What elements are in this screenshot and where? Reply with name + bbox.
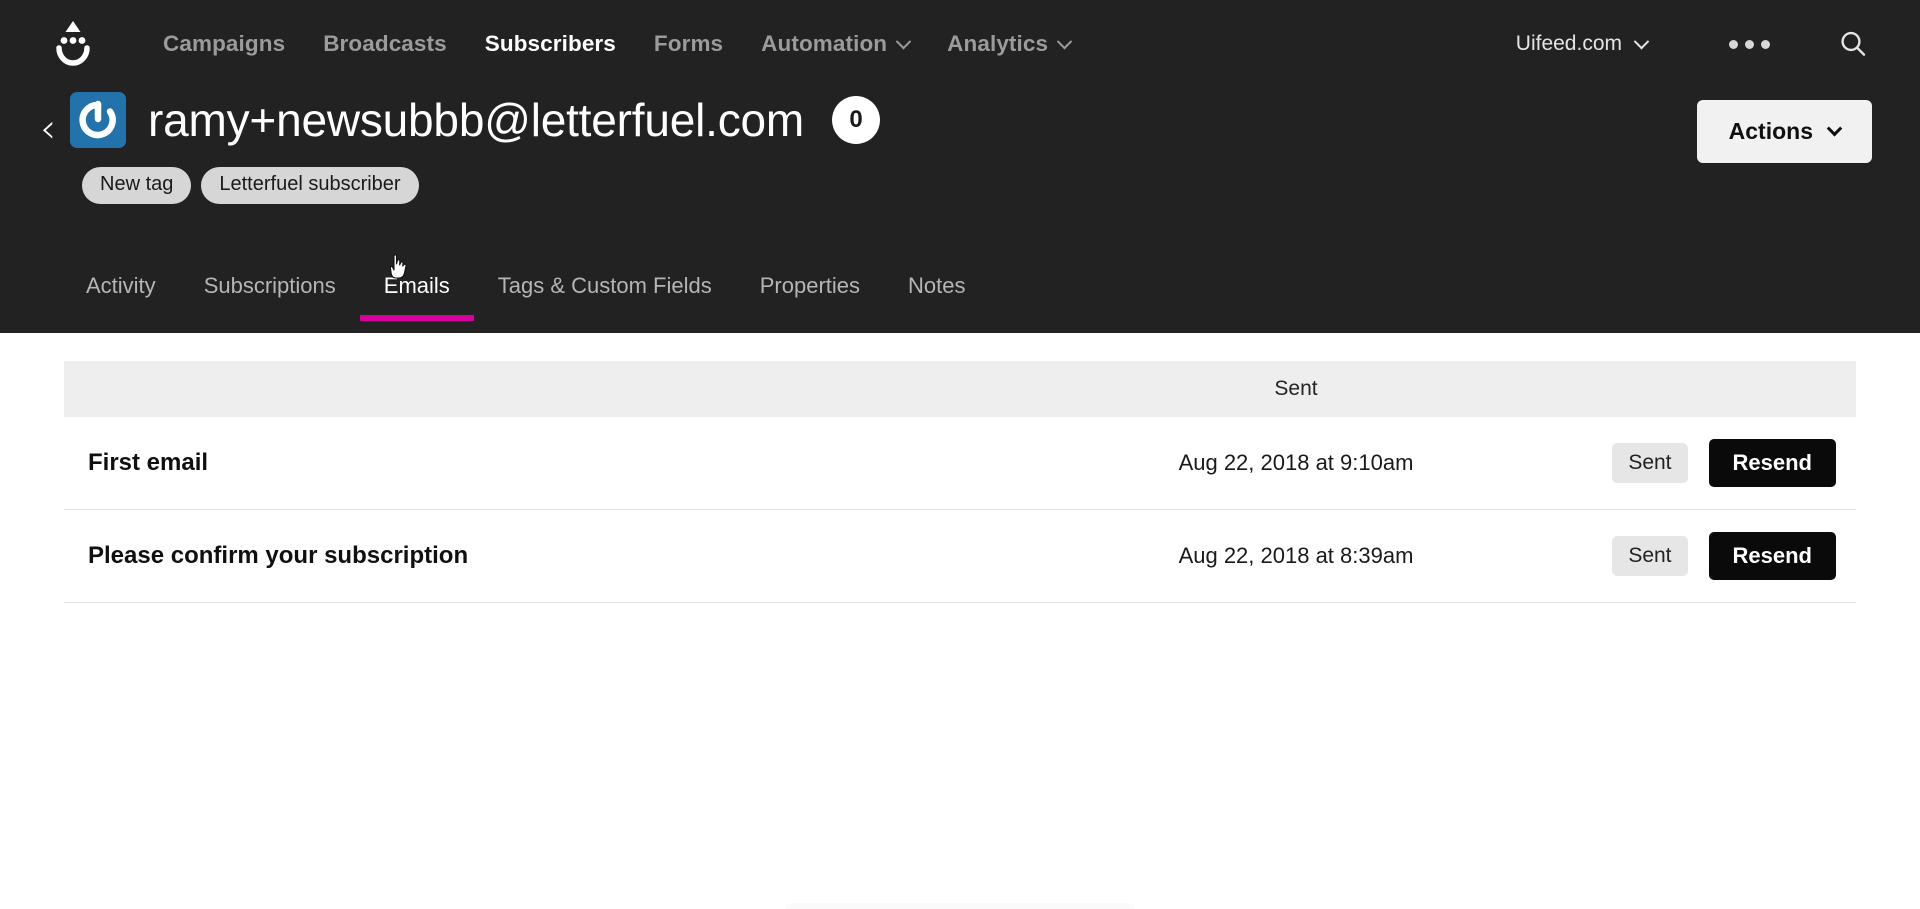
convertkit-smiley-logo-icon[interactable] [50, 19, 96, 69]
nav-label: Automation [761, 31, 888, 56]
status-badge: 0 [832, 96, 881, 144]
table-row[interactable]: Please confirm your subscription Aug 22,… [64, 510, 1856, 603]
status-badge: Sent [1612, 536, 1688, 576]
tab-tags-custom-fields[interactable]: Tags & Custom Fields [474, 269, 736, 321]
table-row[interactable]: First email Aug 22, 2018 at 9:10am Sent … [64, 417, 1856, 510]
search-icon [1841, 31, 1866, 56]
row-actions: Sent Resend [1556, 532, 1856, 580]
row-actions: Sent Resend [1556, 439, 1856, 487]
resend-button[interactable]: Resend [1708, 532, 1836, 580]
tab-label: Notes [908, 273, 966, 298]
table-header-row: Sent [64, 361, 1856, 417]
emails-table: Sent First email Aug 22, 2018 at 9:10am … [64, 361, 1856, 603]
actions-button-label: Actions [1728, 118, 1813, 144]
tab-subscriptions[interactable]: Subscriptions [180, 269, 360, 321]
subscriber-tab-bar: Activity Subscriptions Emails Tags & Cus… [0, 269, 1920, 333]
tag-chip-letterfuel-subscriber[interactable]: Letterfuel subscriber [201, 167, 419, 204]
ellipsis-dot [1729, 39, 1738, 49]
tab-label: Emails [383, 273, 450, 298]
tab-label: Tags & Custom Fields [497, 273, 712, 298]
email-name: Please confirm your subscription [88, 542, 469, 569]
tab-activity[interactable]: Activity [62, 269, 180, 321]
tab-notes[interactable]: Notes [884, 269, 989, 321]
subscriber-header: ‹ ramy+newsubbb@letterfuel.com 0 New tag… [0, 92, 1920, 204]
nav-label: Analytics [947, 31, 1049, 56]
support-widget-edge[interactable] [785, 903, 1135, 909]
status-badge: Sent [1612, 443, 1688, 483]
top-navigation-bar: Campaigns Broadcasts Subscribers Forms A… [0, 0, 1920, 88]
email-sent-date: Aug 22, 2018 at 8:39am [1178, 543, 1414, 568]
app-header: Campaigns Broadcasts Subscribers Forms A… [0, 0, 1920, 333]
nav-item-broadcasts[interactable]: Broadcasts [304, 23, 466, 65]
tab-label: Properties [759, 273, 861, 298]
nav-item-analytics[interactable]: Analytics [928, 23, 1089, 65]
ellipsis-dot [1761, 39, 1770, 49]
nav-right-cluster: Uifeed.com [1504, 21, 1876, 67]
subscriber-title-row: ramy+newsubbb@letterfuel.com 0 [70, 92, 881, 148]
ellipsis-dot [1745, 39, 1754, 49]
chevron-down-icon [1056, 33, 1073, 49]
chevron-down-icon [1633, 33, 1650, 49]
account-switcher[interactable]: Uifeed.com [1504, 24, 1659, 64]
tab-label: Activity [86, 273, 156, 298]
nav-item-subscribers[interactable]: Subscribers [466, 23, 635, 65]
more-menu-button[interactable] [1701, 26, 1798, 63]
primary-nav-links: Campaigns Broadcasts Subscribers Forms A… [144, 23, 1089, 65]
nav-label: Forms [653, 31, 724, 56]
gravatar-default-avatar-icon [79, 100, 116, 139]
logo-svg [56, 21, 90, 66]
search-button[interactable] [1830, 21, 1876, 67]
chevron-down-icon [1826, 120, 1843, 137]
tag-chip-new-tag[interactable]: New tag [82, 167, 192, 204]
avatar [70, 92, 126, 148]
back-button[interactable]: ‹ [40, 109, 56, 149]
subscriber-tags: New tag Letterfuel subscriber [82, 167, 880, 204]
nav-item-campaigns[interactable]: Campaigns [144, 23, 304, 65]
page-title: ramy+newsubbb@letterfuel.com [148, 94, 805, 146]
resend-button[interactable]: Resend [1708, 439, 1836, 487]
subscriber-identity: ramy+newsubbb@letterfuel.com 0 New tag L… [70, 92, 881, 204]
tab-properties[interactable]: Properties [736, 269, 884, 321]
actions-button[interactable]: Actions [1696, 100, 1872, 163]
nav-label: Subscribers [484, 31, 616, 56]
email-sent-date: Aug 22, 2018 at 9:10am [1178, 450, 1414, 475]
chevron-down-icon [895, 33, 912, 49]
tab-emails[interactable]: Emails [359, 269, 474, 321]
nav-label: Broadcasts [323, 31, 447, 56]
emails-panel: Sent First email Aug 22, 2018 at 9:10am … [0, 333, 1920, 908]
nav-item-forms[interactable]: Forms [635, 23, 742, 65]
tab-label: Subscriptions [203, 273, 336, 298]
nav-label: Campaigns [163, 31, 286, 56]
nav-item-automation[interactable]: Automation [742, 23, 928, 65]
account-label: Uifeed.com [1515, 32, 1622, 55]
email-name: First email [88, 449, 209, 476]
column-header-sent: Sent [1274, 377, 1318, 400]
